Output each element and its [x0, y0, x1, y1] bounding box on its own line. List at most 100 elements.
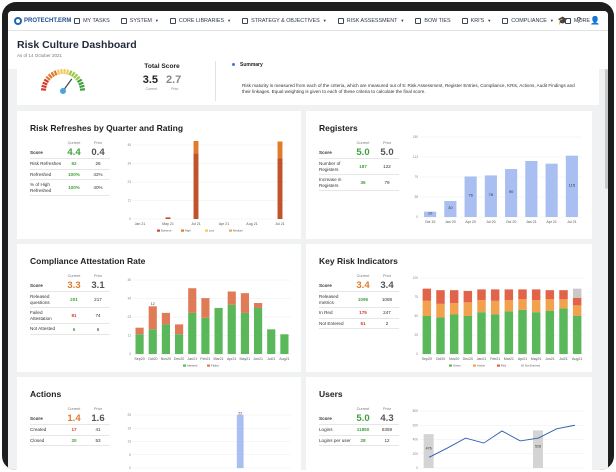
legend-swatch [207, 364, 210, 367]
y-tick-label: 13 [127, 440, 131, 444]
tick-label: Mar21 [213, 357, 223, 361]
metric-label: In Red [319, 310, 333, 316]
metric-prior: 217 [94, 297, 102, 303]
chevron-down-icon: ▼ [400, 18, 405, 23]
metrics-table: Current Prior Score 3.4 3.4 Released metrics 1… [319, 274, 399, 330]
summary-divider [215, 61, 216, 101]
y-tick-label: 34 [127, 162, 131, 166]
metrics-table: Current Prior Score 1.4 1.6 Created 17 41 Closed… [30, 407, 110, 447]
bar [490, 289, 500, 301]
y-tick-label: 19 [127, 426, 131, 430]
legend-swatch [205, 229, 208, 232]
nav-item-kri-s[interactable]: KRI'S ▼ [461, 17, 491, 24]
metric-label: Not Attested [30, 326, 56, 332]
total-score: Total Score 3.5 2.7 Current Prior [137, 63, 187, 91]
nav-item-system[interactable]: SYSTEM ▼ [120, 17, 159, 24]
bar [188, 312, 197, 354]
bar [545, 163, 558, 217]
gauge-tick [47, 73, 53, 79]
tick-label: Dec20 [174, 357, 184, 361]
protecht-logo[interactable]: PROTECHT.ERM [14, 16, 74, 25]
metric-prior: 26 [95, 161, 101, 167]
bar [490, 314, 500, 354]
user-icon[interactable]: 👤 [590, 16, 600, 25]
y-tick-label: 800 [413, 409, 419, 413]
bar [422, 288, 432, 301]
table-row: Refreshed 100% 42% [30, 170, 110, 181]
bar [267, 329, 276, 354]
legend-swatch [521, 364, 524, 367]
tick-label: Oct20 [148, 357, 158, 361]
metric-current: 187 [359, 164, 367, 170]
registers-chart: 10 Oct 19 30 Jan 20 76 Apr 20 78 Jul 20 90 Oct 20… [413, 135, 582, 224]
metric-prior: 0.4 [91, 147, 105, 158]
y-tick-label: 0 [129, 352, 131, 356]
tick-label: Jun21 [253, 357, 263, 361]
gauge-tick [41, 84, 47, 89]
nav-item-label: CORE LIBRARIES [178, 17, 225, 24]
y-tick-label: 0 [416, 352, 418, 356]
bar [572, 297, 582, 306]
y-tick-label: 34 [127, 297, 131, 301]
list-icon [74, 17, 81, 24]
panel-title: Users [319, 389, 343, 399]
tick-label: Oct20 [436, 357, 446, 361]
y-tick-label: 23 [127, 180, 131, 184]
graduation-cap-icon[interactable]: 🎓 [558, 16, 568, 25]
bar [161, 324, 170, 354]
metric-prior: 122 [383, 164, 391, 170]
bar [227, 304, 236, 354]
metric-prior: 3.1 [91, 280, 105, 291]
panel-kri: Key Risk Indicators Current Prior Score 3.4… [306, 244, 592, 372]
panel-title: Key Risk Indicators [319, 256, 398, 266]
legend-label: Medium [233, 229, 244, 233]
nav-item-label: COMPLIANCE [511, 17, 547, 24]
summary-text: Risk maturity is measured from each of t… [242, 83, 575, 94]
metric-label: Score [30, 282, 43, 288]
metrics-table: Current Prior Score 5.0 4.3 Logins 11850 6359 Lo… [319, 407, 399, 447]
bar [193, 141, 199, 154]
bar [436, 317, 445, 354]
metric-current: 100% [68, 185, 80, 191]
tick-label: Jul 21 [275, 222, 285, 226]
metric-current: 81 [71, 313, 77, 319]
metric-current: 175 [359, 310, 367, 316]
nav-item-my-tasks[interactable]: MY TASKS [74, 17, 110, 24]
nav-item-label: BOW TIES [424, 17, 451, 24]
y-tick-label: 400 [413, 438, 419, 442]
nav-item-compliance[interactable]: COMPLIANCE ▼ [502, 17, 554, 24]
y-tick-label: 75 [414, 295, 418, 299]
nav-item-strategy-objectives[interactable]: STRATEGY & OBJECTIVES ▼ [242, 17, 327, 24]
metric-current: 201 [70, 297, 78, 303]
tick-label: May21 [240, 357, 251, 361]
y-tick-label: 23 [127, 315, 131, 319]
nav-item-core-libraries[interactable]: CORE LIBRARIES ▼ [169, 17, 231, 24]
gauge-tick [65, 69, 70, 75]
panel-title: Risk Refreshes by Quarter and Rating [30, 123, 184, 133]
help-icon[interactable]: ? [577, 16, 581, 25]
gauge-tick [53, 70, 58, 76]
summary-panel: Total Score 3.5 2.7 Current Prior Summary… [17, 57, 599, 105]
bar [436, 290, 445, 304]
nav-item-bow-ties[interactable]: BOW TIES [415, 17, 451, 24]
table-row: Increase in Registers 36 79 [319, 175, 399, 192]
panel-title: Registers [319, 123, 358, 133]
bar [227, 291, 236, 305]
tick-label: Feb21 [200, 357, 210, 361]
bar [572, 305, 582, 316]
legend-label: Red [501, 364, 507, 368]
bar [254, 303, 263, 308]
tick-label: Apr 20 [465, 220, 476, 224]
logo-text: PROTECHT.ERM [24, 17, 72, 24]
y-tick-label: 38 [414, 195, 418, 199]
bar [277, 141, 283, 142]
metric-prior: 3.4 [380, 280, 394, 291]
library-icon [169, 17, 176, 24]
bar [175, 334, 184, 354]
tick-label: Jun21 [545, 357, 555, 361]
page-scrollbar[interactable] [605, 69, 608, 189]
legend-swatch [229, 229, 232, 232]
nav-item-risk-assessment[interactable]: RISK ASSESSMENT ▼ [337, 17, 405, 24]
tick-label: Jul21 [267, 357, 276, 361]
metric-label: Logins [319, 427, 333, 432]
